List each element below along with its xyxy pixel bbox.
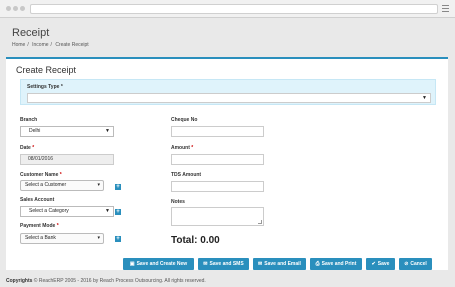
breadcrumb-home[interactable]: Home — [12, 42, 25, 48]
save-and-sms-button[interactable]: ✉ Save and SMS — [198, 258, 249, 270]
envelope-icon: ✉ — [258, 261, 263, 267]
tds-amount-input[interactable] — [171, 181, 264, 192]
caret-down-icon: ▾ — [97, 235, 100, 241]
comment-icon: ✉ — [203, 261, 208, 267]
settings-type-select[interactable]: ▼ — [27, 93, 431, 103]
date-field[interactable]: 08/01/2016 — [20, 154, 114, 165]
breadcrumb-income[interactable]: Income — [32, 42, 48, 48]
create-receipt-panel: Create Receipt Settings Type * ▼ Branch … — [6, 57, 448, 270]
payment-mode-select[interactable]: Select a Bank ▾ — [20, 233, 104, 244]
payment-mode-label: Payment Mode * — [20, 223, 59, 229]
save-and-print-button[interactable]: ⎙ Save and Print — [310, 258, 362, 270]
footer: Copyrights © ReachERP 2005 - 2016 by Rea… — [6, 278, 206, 284]
save-button[interactable]: ✔ Save — [366, 258, 395, 270]
add-category-plus-icon[interactable]: + — [115, 209, 121, 215]
page-title: Receipt — [12, 27, 50, 39]
amount-input[interactable] — [171, 154, 264, 165]
breadcrumb-separator: / — [50, 42, 52, 48]
breadcrumb: Home / Income / Create Receipt — [12, 42, 91, 48]
total-amount: Total: 0.00 — [171, 235, 220, 246]
save-icon: ▣ — [129, 261, 135, 267]
sales-account-select[interactable]: Select a Category ▼ — [20, 206, 114, 217]
print-icon: ⎙ — [315, 261, 320, 267]
address-bar[interactable] — [30, 4, 438, 14]
customer-name-label: Customer Name * — [20, 172, 62, 178]
form-title: Create Receipt — [16, 65, 77, 75]
footer-prefix: Copyrights — [6, 278, 33, 284]
window-dot-icon — [13, 6, 18, 11]
window-dot-icon — [6, 6, 11, 11]
check-icon: ✔ — [371, 261, 376, 267]
branch-label: Branch — [20, 117, 38, 123]
caret-down-icon: ▼ — [422, 95, 427, 101]
cancel-button[interactable]: ⊘ Cancel — [399, 258, 432, 270]
menu-icon[interactable] — [442, 5, 449, 12]
add-bank-plus-icon[interactable]: + — [115, 236, 121, 242]
notes-textarea[interactable] — [171, 207, 264, 226]
caret-down-icon: ▼ — [105, 128, 110, 134]
settings-type-label: Settings Type * — [27, 84, 63, 90]
settings-type-box: Settings Type * ▼ — [20, 79, 436, 105]
caret-down-icon: ▼ — [105, 208, 110, 214]
cancel-icon: ⊘ — [404, 261, 409, 267]
caret-down-icon: ▾ — [97, 182, 100, 188]
browser-toolbar — [0, 0, 455, 18]
footer-copyright: © ReachERP 2005 - 2016 by Reach Process … — [33, 278, 206, 284]
cheque-no-input[interactable] — [171, 126, 264, 137]
resize-grip-icon[interactable] — [258, 220, 262, 224]
window-dot-icon — [20, 6, 25, 11]
breadcrumb-current: Create Receipt — [55, 42, 89, 48]
tds-amount-label: TDS Amount — [171, 172, 202, 178]
date-label: Date * — [20, 145, 35, 151]
cheque-no-label: Cheque No — [171, 117, 198, 123]
sales-account-label: Sales Account — [20, 197, 55, 203]
breadcrumb-separator: / — [27, 42, 29, 48]
amount-label: Amount * — [171, 145, 194, 151]
notes-label: Notes — [171, 199, 185, 205]
save-and-create-new-button[interactable]: ▣ Save and Create New — [123, 258, 194, 270]
save-and-email-button[interactable]: ✉ Save and Email — [253, 258, 306, 270]
add-customer-plus-icon[interactable]: + — [115, 184, 121, 190]
customer-select[interactable]: Select a Customer ▾ — [20, 180, 104, 191]
branch-select[interactable]: Delhi ▼ — [20, 126, 114, 137]
